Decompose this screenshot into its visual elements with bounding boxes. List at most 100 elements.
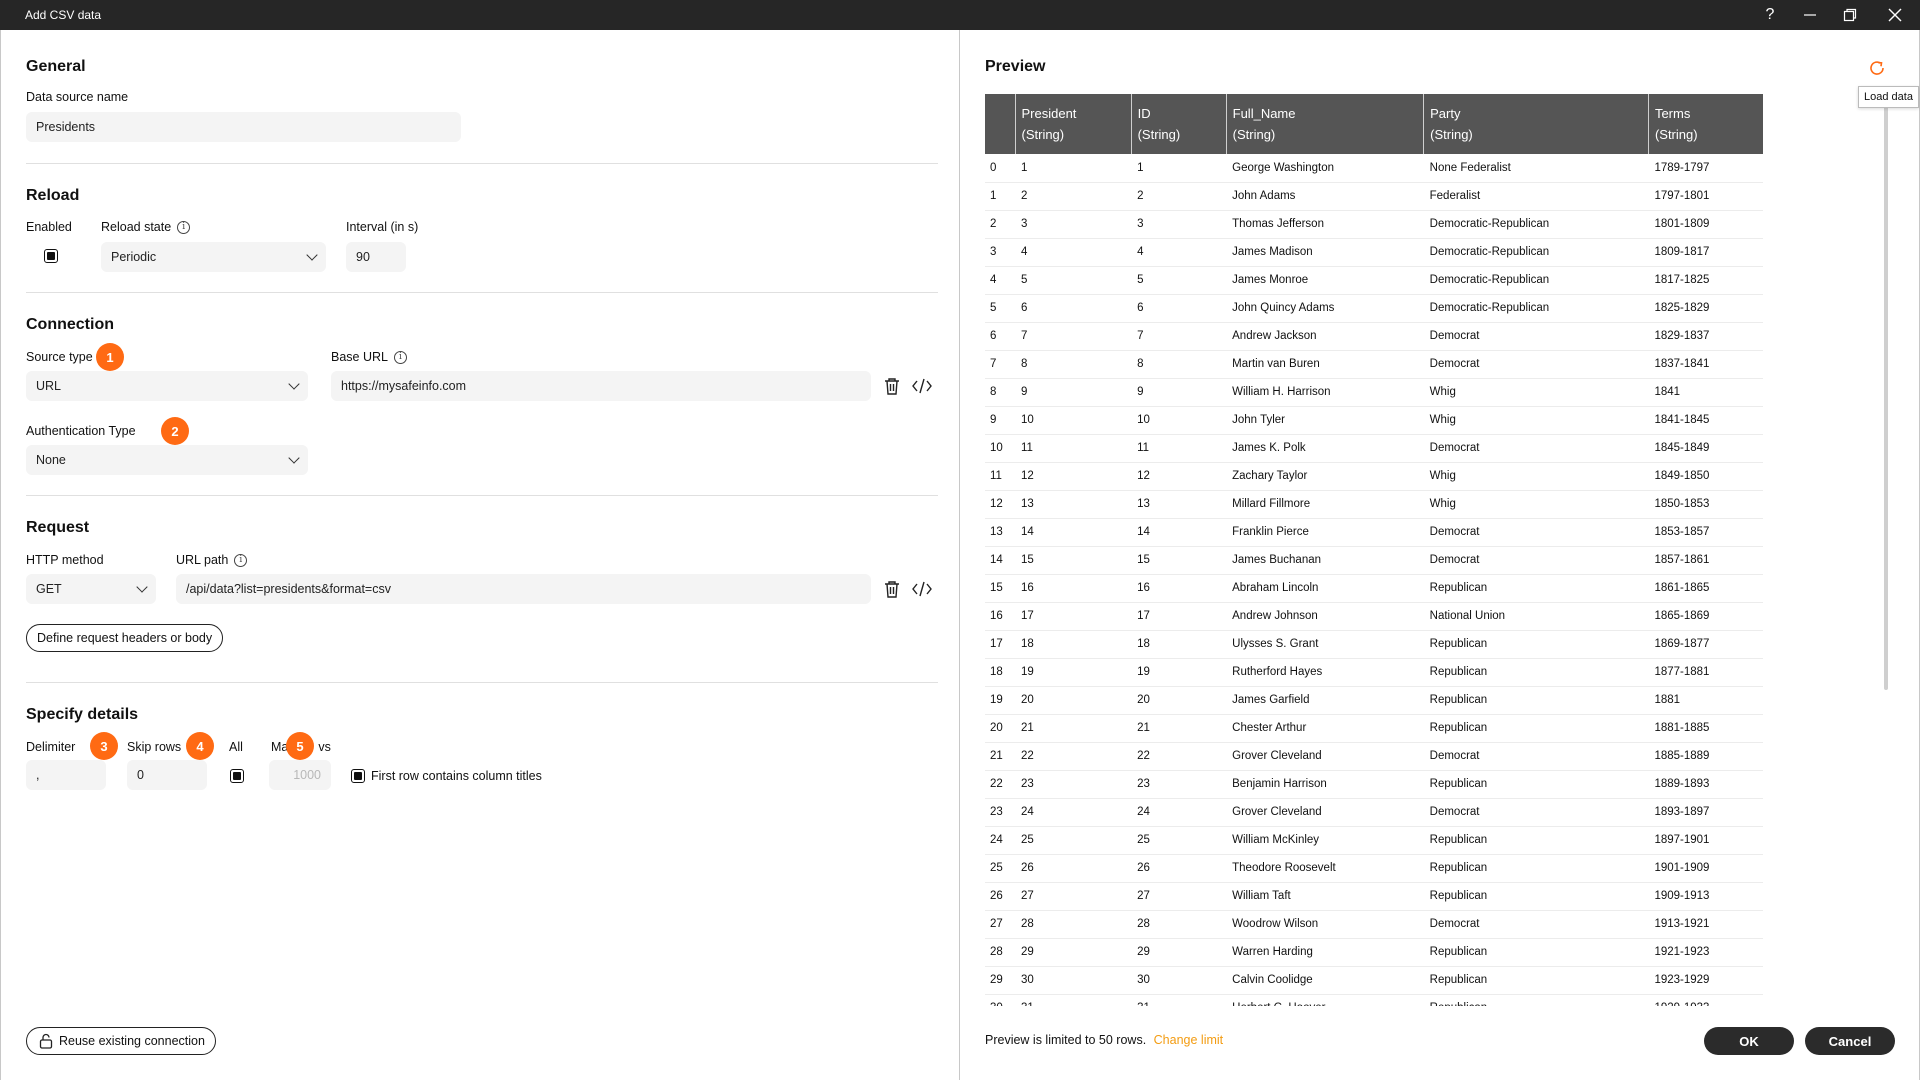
table-cell: 8 — [1015, 350, 1132, 379]
table-row: 20 21 21 Chester Arthur Republican 1881-1885 — [985, 714, 1763, 743]
delimiter-label: Delimiter — [26, 740, 76, 754]
first-row-checkbox[interactable] — [351, 769, 365, 783]
code-icon[interactable] — [911, 375, 933, 397]
table-cell: Republican — [1423, 938, 1649, 967]
column-name: ID — [1137, 106, 1151, 121]
cancel-button[interactable]: Cancel — [1805, 1027, 1895, 1055]
table-cell: William H. Harrison — [1226, 378, 1424, 407]
table-cell: Whig — [1423, 490, 1649, 519]
url-path-input[interactable]: /api/data?list=presidents&format=csv — [176, 574, 871, 604]
table-cell: 13 — [1131, 490, 1227, 519]
table-cell: 26 — [1015, 854, 1132, 883]
info-icon[interactable]: i — [234, 553, 248, 567]
minimize-icon[interactable] — [1790, 0, 1830, 30]
define-headers-button[interactable]: Define request headers or body — [26, 624, 224, 652]
row-index: 24 — [985, 826, 1015, 855]
table-cell: 30 — [1015, 966, 1132, 995]
table-row: 3 4 4 James Madison Democratic-Republican 180… — [985, 238, 1763, 267]
table-cell: 1877-1881 — [1648, 658, 1763, 687]
table-cell: 19 — [1131, 658, 1227, 687]
base-url-input[interactable]: https://mysafeinfo.com — [331, 371, 871, 401]
table-cell: 1909-1913 — [1648, 882, 1763, 911]
table-cell: Republican — [1423, 994, 1649, 1006]
table-cell: 25 — [1131, 826, 1227, 855]
table-cell: Republican — [1423, 966, 1649, 995]
window-controls: ? — [1750, 0, 1920, 30]
table-cell: Thomas Jefferson — [1226, 210, 1424, 239]
row-index: 11 — [985, 462, 1015, 491]
preview-table: President (String) ID (String) Full_Name (Str… — [985, 94, 1763, 1006]
scrollbar[interactable] — [1884, 100, 1888, 690]
auth-type-select[interactable]: None — [26, 445, 308, 475]
table-cell: 15 — [1015, 546, 1132, 575]
all-rows-checkbox[interactable] — [230, 769, 244, 783]
auth-type-label: Authentication Type — [26, 424, 136, 438]
chevron-down-icon — [306, 249, 318, 261]
table-cell: 11 — [1131, 434, 1227, 463]
column-header[interactable]: President (String) — [1014, 94, 1132, 154]
skip-rows-input[interactable]: 0 — [127, 760, 207, 790]
table-cell: 24 — [1131, 798, 1227, 827]
chevron-down-icon — [288, 452, 300, 464]
table-cell: 1801-1809 — [1648, 210, 1763, 239]
code-icon[interactable] — [911, 578, 933, 600]
trash-icon[interactable] — [881, 578, 903, 600]
table-cell: William McKinley — [1226, 826, 1424, 855]
table-cell: Democratic-Republican — [1423, 266, 1649, 295]
table-body: 0 1 1 George Washington None Federalist 1789-… — [985, 154, 1763, 1006]
table-row: 303131Herbert C. HooverRepublican1929-19… — [985, 994, 1763, 1006]
table-cell: 1901-1909 — [1648, 854, 1763, 883]
info-icon[interactable]: i — [393, 350, 407, 364]
delimiter-input[interactable]: , — [26, 760, 106, 790]
refresh-icon[interactable] — [1866, 57, 1888, 79]
table-cell: 14 — [1015, 518, 1132, 547]
reload-state-label-text: Reload state — [101, 220, 172, 234]
table-cell: 1881 — [1648, 686, 1763, 715]
table-cell: 9 — [1015, 378, 1132, 407]
table-cell: James Buchanan — [1226, 546, 1424, 575]
table-cell: 13 — [1015, 490, 1132, 519]
column-header[interactable]: Party (String) — [1423, 94, 1649, 154]
table-cell: 1885-1889 — [1648, 742, 1763, 771]
table-cell: 1817-1825 — [1648, 266, 1763, 295]
enabled-checkbox[interactable] — [44, 249, 58, 263]
column-header[interactable]: Full_Name (String) — [1225, 94, 1424, 154]
column-type: (String) — [1232, 127, 1276, 142]
table-cell: 1923-1929 — [1648, 966, 1763, 995]
trash-icon[interactable] — [881, 375, 903, 397]
info-icon[interactable]: i — [177, 220, 191, 234]
row-index: 8 — [985, 378, 1015, 407]
table-cell: Democrat — [1423, 350, 1649, 379]
table-row: 13 14 14 Franklin Pierce Democrat 1853-1857 — [985, 518, 1763, 547]
data-source-name-input[interactable]: Presidents — [26, 112, 461, 142]
close-icon[interactable] — [1870, 0, 1920, 30]
interval-input[interactable]: 90 — [346, 242, 406, 272]
ok-button[interactable]: OK — [1704, 1027, 1794, 1055]
column-header[interactable]: Terms (String) — [1647, 94, 1763, 154]
row-index: 25 — [985, 854, 1015, 883]
table-cell: Republican — [1423, 630, 1649, 659]
reuse-connection-button[interactable]: Reuse existing connection — [26, 1027, 216, 1055]
max-rows-input[interactable]: 1000 — [269, 760, 331, 790]
enabled-label: Enabled — [26, 220, 72, 234]
lock-icon — [39, 1033, 53, 1049]
column-header[interactable]: ID (String) — [1130, 94, 1227, 154]
table-cell: Republican — [1423, 658, 1649, 687]
table-row: 28 29 29 Warren Harding Republican 1921-1923 — [985, 938, 1763, 967]
table-cell: 1837-1841 — [1648, 350, 1763, 379]
table-cell: 16 — [1015, 574, 1132, 603]
table-cell: John Adams — [1226, 182, 1424, 211]
row-index: 18 — [985, 658, 1015, 687]
change-limit-link[interactable]: Change limit — [1154, 1033, 1223, 1047]
table-cell: Whig — [1423, 406, 1649, 435]
url-path-label: URL path i — [176, 553, 248, 567]
restore-icon[interactable] — [1830, 0, 1870, 30]
table-cell: 10 — [1131, 406, 1227, 435]
table-cell: 29 — [1131, 938, 1227, 967]
source-type-select[interactable]: URL — [26, 371, 308, 401]
reload-state-select[interactable]: Periodic — [101, 242, 326, 272]
row-index: 6 — [985, 322, 1015, 351]
http-method-select[interactable]: GET — [26, 574, 156, 604]
table-cell: National Union — [1423, 602, 1649, 631]
help-icon[interactable]: ? — [1750, 0, 1790, 30]
